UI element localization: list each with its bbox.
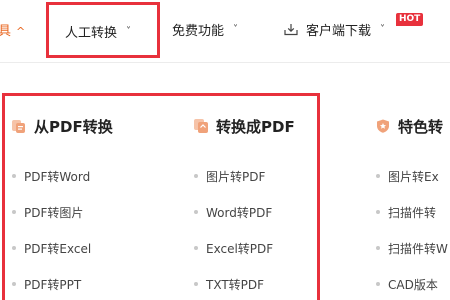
link-list: 图片转PDF Word转PDF Excel转PDF TXT转PDF xyxy=(194,158,295,300)
link-scan-to-word[interactable]: 扫描件转W xyxy=(376,230,448,266)
link-image-to-pdf[interactable]: 图片转PDF xyxy=(194,158,295,194)
column-title: 转换成PDF xyxy=(194,115,295,137)
nav-item-tools-partial[interactable]: 具 ^ xyxy=(0,20,25,39)
bullet-dot xyxy=(376,210,380,214)
nav-item-label: 人工转换 xyxy=(65,26,118,41)
link-list: PDF转Word PDF转图片 PDF转Excel PDF转PPT xyxy=(12,158,113,300)
nav-item-client-download[interactable]: 客户端下载 ˅ xyxy=(284,20,385,39)
link-label: PDF转Word xyxy=(24,169,91,184)
bullet-dot xyxy=(194,210,198,214)
link-label: 图片转Ex xyxy=(388,169,439,184)
nav-item-label: 具 xyxy=(0,24,12,39)
column-title: 从PDF转换 xyxy=(12,115,113,137)
nav-highlight-frame: 人工转换 ˅ xyxy=(46,2,160,58)
column-title-text: 特色转 xyxy=(398,117,444,136)
column-title: 特色转 xyxy=(376,115,448,137)
link-pdf-to-ppt[interactable]: PDF转PPT xyxy=(12,266,113,300)
link-scan-convert[interactable]: 扫描件转 xyxy=(376,194,448,230)
bullet-dot xyxy=(12,282,16,286)
pdf-convert-icon xyxy=(12,119,26,133)
link-label: Excel转PDF xyxy=(206,241,274,256)
hot-badge: HOT xyxy=(396,13,424,26)
dropdown-panel: 从PDF转换 PDF转Word PDF转图片 PDF转Excel PDF转PPT xyxy=(0,63,450,300)
page: 具 ^ 人工转换 ˅ 免费功能 ˅ 客户端下载 ˅ HOT 从PDF转换 PDF… xyxy=(0,0,450,300)
bullet-dot xyxy=(194,246,198,250)
column-featured: 特色转 图片转Ex 扫描件转 扫描件转W CAD版本 xyxy=(376,115,448,300)
bullet-dot xyxy=(12,246,16,250)
link-pdf-to-excel[interactable]: PDF转Excel xyxy=(12,230,113,266)
to-pdf-icon xyxy=(194,119,208,133)
chevron-down-icon: ˅ xyxy=(380,24,386,35)
link-image-to-excel[interactable]: 图片转Ex xyxy=(376,158,448,194)
link-cad-version[interactable]: CAD版本 xyxy=(376,266,448,300)
chevron-down-icon: ˅ xyxy=(126,26,132,37)
bullet-dot xyxy=(12,210,16,214)
link-pdf-to-image[interactable]: PDF转图片 xyxy=(12,194,113,230)
nav-item-label: 免费功能 xyxy=(172,24,225,39)
link-label: PDF转图片 xyxy=(24,205,84,220)
link-label: Word转PDF xyxy=(206,205,273,220)
link-label: PDF转Excel xyxy=(24,241,92,256)
download-icon xyxy=(284,23,298,36)
link-label: 扫描件转W xyxy=(388,241,448,256)
link-word-to-pdf[interactable]: Word转PDF xyxy=(194,194,295,230)
top-navigation: 具 ^ 人工转换 ˅ 免费功能 ˅ 客户端下载 ˅ HOT xyxy=(0,0,450,62)
link-label: CAD版本 xyxy=(388,277,438,292)
bullet-dot xyxy=(376,246,380,250)
link-label: 图片转PDF xyxy=(206,169,266,184)
column-to-pdf: 转换成PDF 图片转PDF Word转PDF Excel转PDF TXT转PDF xyxy=(194,115,295,300)
link-pdf-to-word[interactable]: PDF转Word xyxy=(12,158,113,194)
bullet-dot xyxy=(376,282,380,286)
bullet-dot xyxy=(194,282,198,286)
feature-shield-icon xyxy=(376,119,390,133)
caret-up-icon: ^ xyxy=(16,25,26,38)
column-title-text: 从PDF转换 xyxy=(34,117,113,136)
link-excel-to-pdf[interactable]: Excel转PDF xyxy=(194,230,295,266)
bullet-dot xyxy=(194,174,198,178)
column-title-text: 转换成PDF xyxy=(216,117,295,136)
nav-item-manual-convert[interactable]: 人工转换 ˅ xyxy=(65,22,131,41)
link-list: 图片转Ex 扫描件转 扫描件转W CAD版本 xyxy=(376,158,448,300)
bullet-dot xyxy=(376,174,380,178)
link-label: TXT转PDF xyxy=(206,277,265,292)
chevron-down-icon: ˅ xyxy=(233,24,239,35)
link-label: 扫描件转 xyxy=(388,205,437,220)
nav-item-free-features[interactable]: 免费功能 ˅ xyxy=(172,20,238,39)
column-from-pdf: 从PDF转换 PDF转Word PDF转图片 PDF转Excel PDF转PPT xyxy=(12,115,113,300)
bullet-dot xyxy=(12,174,16,178)
link-label: PDF转PPT xyxy=(24,277,82,292)
nav-item-label: 客户端下载 xyxy=(306,24,372,39)
link-txt-to-pdf[interactable]: TXT转PDF xyxy=(194,266,295,300)
